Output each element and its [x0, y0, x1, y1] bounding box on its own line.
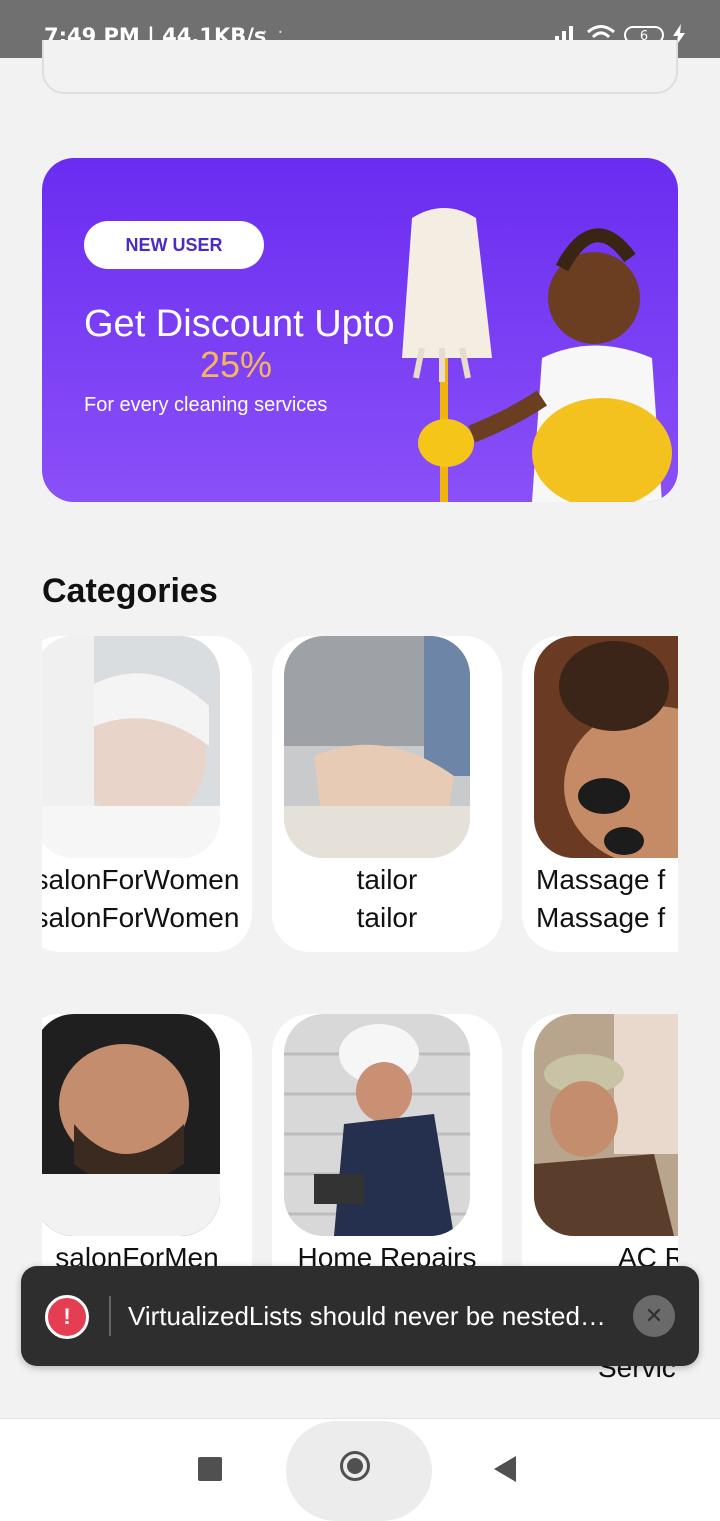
recents-button[interactable]: [198, 1457, 222, 1481]
category-name: salonForWomen: [42, 864, 240, 895]
category-card-massage[interactable]: Massage f Massage f: [522, 636, 678, 952]
category-name: Massage f: [536, 864, 666, 895]
close-icon[interactable]: ✕: [633, 1295, 675, 1337]
category-subtitle: Massage f: [536, 902, 666, 933]
promo-banner[interactable]: NEW USER Get Discount Upto 25% For every…: [42, 158, 678, 502]
category-card-tailor[interactable]: tailor tailor: [272, 636, 502, 952]
warning-toast[interactable]: ! VirtualizedLists should never be neste…: [21, 1266, 699, 1366]
banner-percent: 25%: [200, 344, 273, 385]
ac-repair-photo: [534, 1014, 678, 1236]
toast-divider: [109, 1296, 111, 1336]
alert-icon: !: [45, 1295, 89, 1339]
massage-photo: [534, 636, 678, 858]
search-bar[interactable]: [42, 40, 678, 94]
toast-message: VirtualizedLists should never be nested …: [128, 1301, 608, 1331]
banner-subtitle: For every cleaning services: [84, 394, 328, 416]
home-repairs-photo: [284, 1014, 470, 1236]
category-subtitle: salonForWomen: [42, 902, 240, 933]
banner-title: Get Discount Upto: [84, 303, 395, 345]
categories-title: Categories: [42, 572, 218, 610]
tailor-photo: [284, 636, 470, 858]
back-button[interactable]: [494, 1456, 516, 1482]
category-subtitle: tailor: [356, 902, 418, 933]
home-button[interactable]: [340, 1451, 370, 1481]
category-card-salon-women[interactable]: salonForWomen salonForWomen: [42, 636, 252, 952]
salon-men-photo: [42, 1014, 220, 1236]
category-name: tailor: [356, 864, 418, 895]
salon-women-photo: [42, 636, 220, 858]
cleaning-woman-image: [402, 208, 672, 502]
new-user-badge[interactable]: NEW USER: [84, 221, 264, 269]
categories-row-1[interactable]: salonForWomen salonForWomen tailor tailo…: [42, 636, 678, 954]
navigation-bar: [0, 1418, 720, 1521]
